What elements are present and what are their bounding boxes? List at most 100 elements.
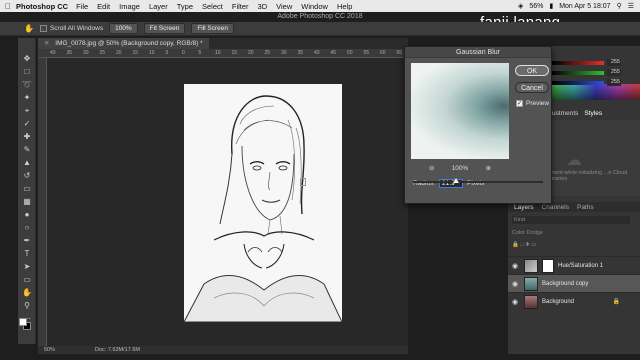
layer-filter[interactable]: Kind <box>512 216 630 224</box>
marquee-tool-icon[interactable]: □ <box>22 67 32 76</box>
battery-percent[interactable]: 56% <box>529 3 543 10</box>
color-bar-r[interactable] <box>552 60 604 65</box>
blend-mode-select[interactable]: Color Dodge <box>512 230 630 238</box>
foreground-color-swatch[interactable] <box>19 318 27 326</box>
zoom-level[interactable]: 50% <box>44 347 55 353</box>
ruler-tick-label: 45 <box>330 50 337 56</box>
tab-styles[interactable]: Styles <box>584 110 602 119</box>
ruler-vertical[interactable] <box>38 58 47 346</box>
blur-preview-image[interactable] <box>411 63 509 159</box>
color-slider-g[interactable]: 255 <box>552 68 638 77</box>
fit-screen-button[interactable]: Fit Screen <box>143 23 186 34</box>
tab-channels[interactable]: Channels <box>542 204 569 211</box>
clock[interactable]: Mon Apr 5 18:07 <box>559 3 610 10</box>
visibility-eye-icon[interactable]: ◉ <box>512 262 520 270</box>
menu-layer[interactable]: Layer <box>149 2 168 11</box>
zoom-100-button[interactable]: 100% <box>109 23 138 34</box>
menu-window[interactable]: Window <box>301 2 328 11</box>
menu-help[interactable]: Help <box>337 2 352 11</box>
app-menu[interactable]: Photoshop CC <box>16 2 68 11</box>
eyedropper-tool-icon[interactable]: ✓ <box>22 119 32 128</box>
layer-row-background-copy[interactable]: ◉ Background copy <box>508 274 640 292</box>
visibility-eye-icon[interactable]: ◉ <box>512 280 520 288</box>
status-area: ◈ 56% ▮ Mon Apr 5 18:07 ⚲ ☰ <box>518 0 634 12</box>
history-brush-tool-icon[interactable]: ↺ <box>22 171 32 180</box>
layer-name: Background copy <box>542 280 589 287</box>
dodge-tool-icon[interactable]: ○ <box>22 223 32 232</box>
move-tool-icon[interactable]: ✥ <box>22 54 32 63</box>
healing-brush-tool-icon[interactable]: ✚ <box>22 132 32 141</box>
status-bar: 50% Doc: 7.63M/17.6M <box>38 346 408 354</box>
color-bar-g[interactable] <box>552 70 604 75</box>
brush-tool-icon[interactable]: ✎ <box>22 145 32 154</box>
menu-view[interactable]: View <box>276 2 292 11</box>
search-icon[interactable]: ⚲ <box>617 2 622 10</box>
hand-tool-icon[interactable]: ✋ <box>22 288 32 297</box>
crop-tool-icon[interactable]: ⌖ <box>22 106 32 115</box>
color-slider-r[interactable]: 255 <box>552 58 638 67</box>
radius-slider[interactable] <box>413 178 543 183</box>
ruler-tick-label: 10 <box>215 50 221 56</box>
menu-filter[interactable]: Filter <box>232 2 249 11</box>
apple-icon[interactable]:  <box>0 2 16 11</box>
layer-row-hue-saturation[interactable]: ◉ Hue/Saturation 1 <box>508 256 640 274</box>
notification-icon[interactable]: ☰ <box>628 2 634 10</box>
ruler-horizontal[interactable]: 40 35 30 25 20 15 10 5 0 5 10 15 20 25 30 35 40 45 50 55 60 6… <box>38 49 408 58</box>
visibility-eye-icon[interactable]: ◉ <box>512 298 520 306</box>
pen-tool-icon[interactable]: ✒ <box>22 236 32 245</box>
color-bar-b[interactable] <box>552 80 604 85</box>
lasso-tool-icon[interactable]: ➰ <box>22 80 32 89</box>
ok-button[interactable]: OK <box>515 65 549 76</box>
tab-adjustments[interactable]: ustments <box>552 110 578 119</box>
wifi-icon[interactable]: ◈ <box>518 2 523 10</box>
close-tab-icon[interactable]: ✕ <box>44 40 49 47</box>
menu-edit[interactable]: Edit <box>97 2 110 11</box>
zoom-tool-icon[interactable]: ⚲ <box>22 301 32 310</box>
layers-panel: Kind Color Dodge 🔒 □ ✚ ▭ ◉ Hue/Saturatio… <box>508 212 640 354</box>
zoom-in-icon[interactable]: ⊕ <box>486 164 491 172</box>
path-select-tool-icon[interactable]: ➤ <box>22 262 32 271</box>
ruler-tick-label: 20 <box>248 50 254 56</box>
type-tool-icon[interactable]: T <box>22 249 32 258</box>
preview-checkbox-box[interactable]: ✓ <box>516 100 523 107</box>
color-value-b[interactable]: 255 <box>607 79 621 86</box>
checkbox-box[interactable] <box>39 25 47 32</box>
preview-checkbox[interactable]: ✓ Preview <box>516 100 549 107</box>
blur-tool-icon[interactable]: ● <box>22 210 32 219</box>
layer-thumb <box>524 294 538 309</box>
ruler-tick-label: 0 <box>182 50 185 56</box>
adjustments-tabs: ustments Styles <box>552 110 638 119</box>
eraser-tool-icon[interactable]: ▭ <box>22 184 32 193</box>
color-panel: 255 255 255 <box>552 56 638 102</box>
menu-select[interactable]: Select <box>202 2 223 11</box>
zoom-out-icon[interactable]: ⊖ <box>429 164 434 172</box>
layer-mask-thumb[interactable] <box>542 258 554 273</box>
clone-stamp-tool-icon[interactable]: ▲ <box>22 158 32 167</box>
hand-tool-icon[interactable]: ✋ <box>24 24 34 33</box>
color-slider-b[interactable]: 255 <box>552 78 638 87</box>
menu-type[interactable]: Type <box>177 2 193 11</box>
menu-image[interactable]: Image <box>119 2 140 11</box>
tab-paths[interactable]: Paths <box>577 204 594 211</box>
tab-layers[interactable]: Layers <box>514 204 534 211</box>
ruler-tick-label: 25 <box>99 50 106 56</box>
fill-screen-button[interactable]: Fill Screen <box>191 23 235 34</box>
shape-tool-icon[interactable]: ▭ <box>22 275 32 284</box>
artwork-portrait-sketch[interactable] <box>184 84 342 322</box>
color-value-r[interactable]: 255 <box>607 59 621 66</box>
battery-icon[interactable]: ▮ <box>549 2 553 10</box>
scroll-all-windows-checkbox[interactable]: Scroll All Windows <box>39 25 103 32</box>
radius-slider-thumb[interactable] <box>452 178 459 183</box>
document-tab-label: IMG_0078.jpg @ 50% (Background copy, RGB… <box>55 40 203 47</box>
preview-box: ⊖ 100% ⊕ Radius: 21.9 Pixels <box>411 63 509 205</box>
menu-file[interactable]: File <box>76 2 88 11</box>
document-tab[interactable]: ✕ IMG_0078.jpg @ 50% (Background copy, R… <box>38 38 209 49</box>
cancel-button[interactable]: Cancel <box>515 82 549 93</box>
layer-row-background[interactable]: ◉ Background 🔒 <box>508 292 640 310</box>
quick-select-tool-icon[interactable]: ✦ <box>22 93 32 102</box>
ruler-tick-label: 5 <box>165 50 169 56</box>
gradient-tool-icon[interactable]: ▦ <box>22 197 32 206</box>
menu-3d[interactable]: 3D <box>258 2 268 11</box>
ruler-tick-label: 15 <box>231 50 238 56</box>
color-value-g[interactable]: 255 <box>607 69 621 76</box>
